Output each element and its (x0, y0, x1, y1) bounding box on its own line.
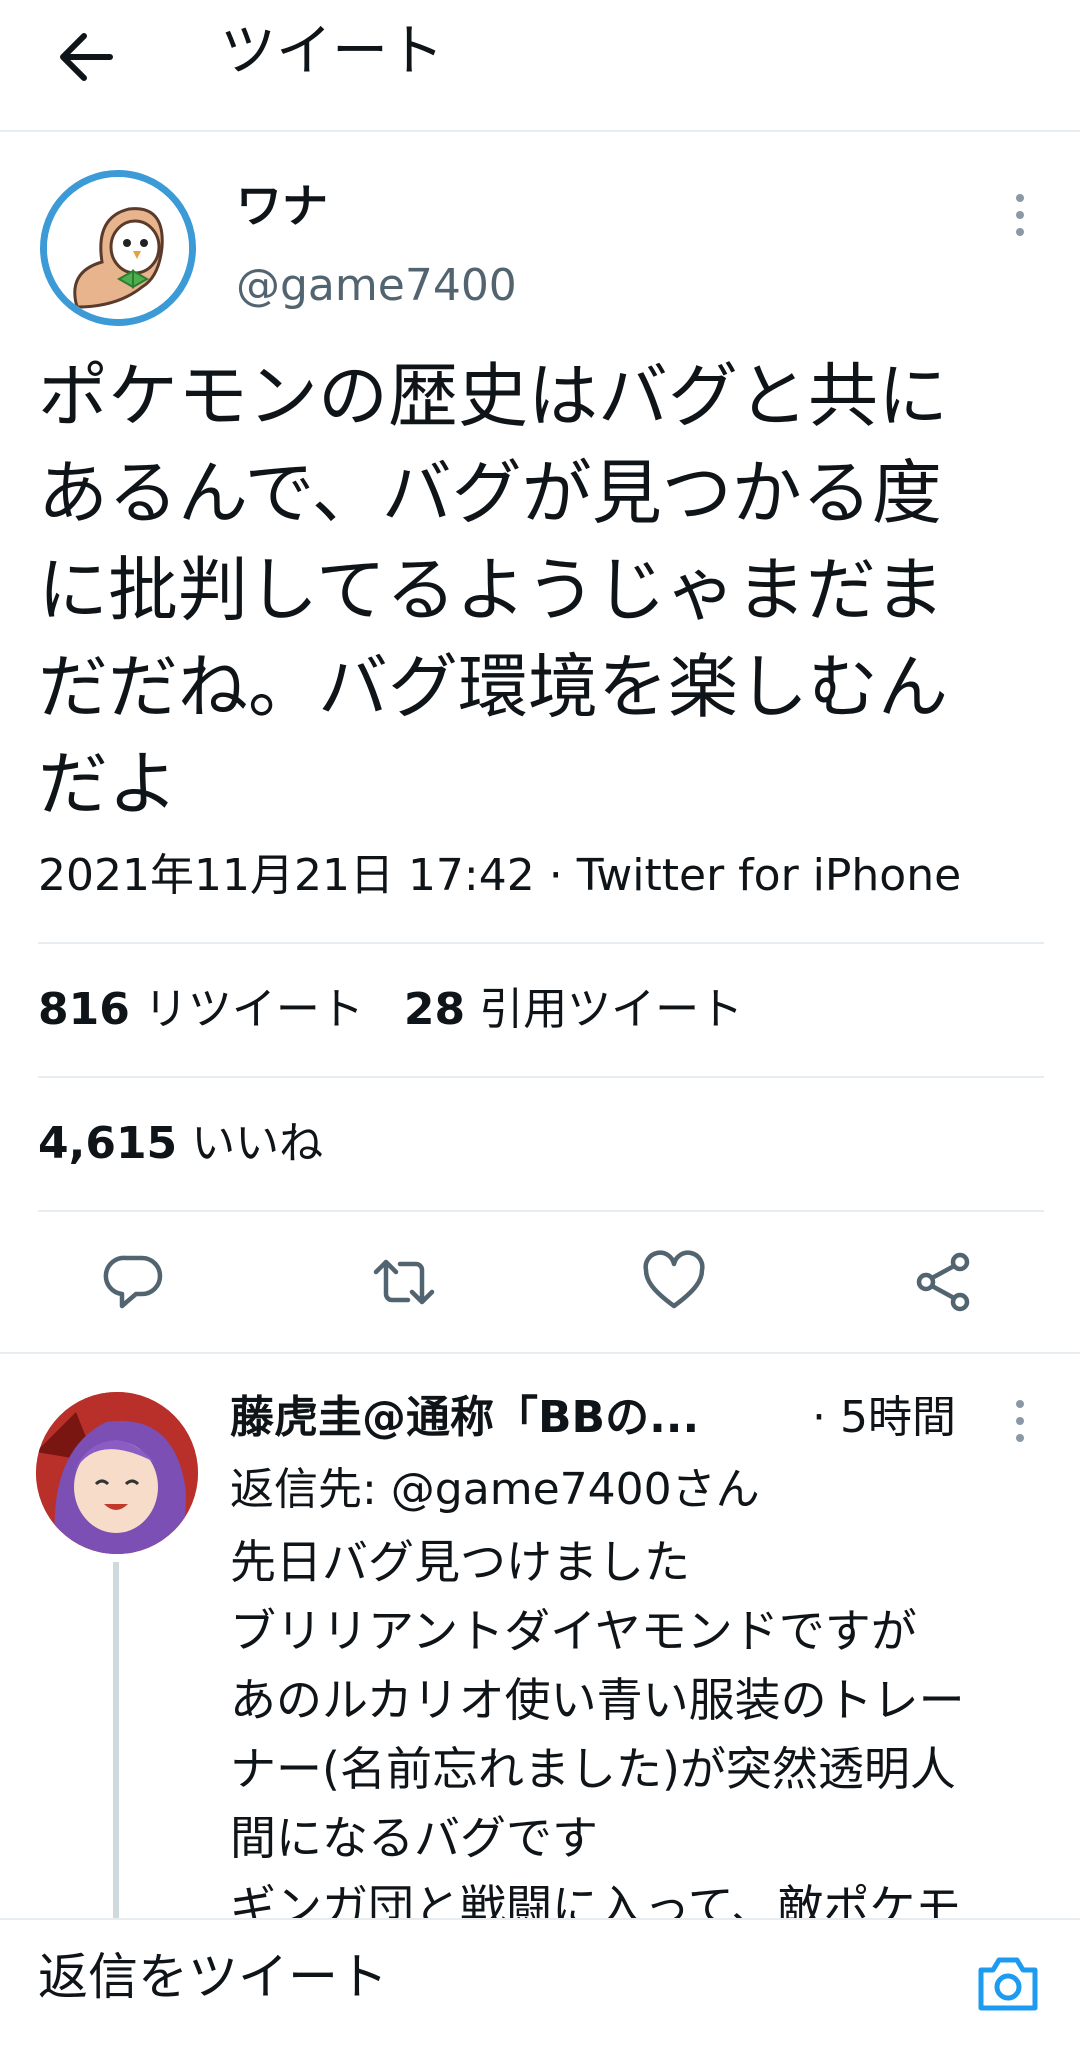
tweet-text-line: あるんで、バグが見つかる度 (38, 452, 942, 534)
tweet-meta: 2021年11月21日 17:42 · Twitter for iPhone (38, 850, 962, 901)
reply-input[interactable]: 返信をツイート (38, 1942, 388, 2012)
author-handle[interactable]: @game7400 (236, 258, 517, 314)
reply-text-line: 間になるバグです (230, 1811, 598, 1865)
author-name[interactable]: ワナ (236, 178, 328, 234)
reply-to[interactable]: 返信先: @game7400さん (230, 1460, 760, 1520)
thread-line (113, 1562, 119, 1918)
retweet-stats: 816 リツイート 28 引用ツイート (38, 978, 783, 1042)
avatar[interactable] (40, 170, 196, 326)
owl-avatar-icon (47, 177, 189, 319)
reply-text-line: ブリリアントダイヤモンドですが (230, 1604, 917, 1658)
like-button[interactable] (642, 1250, 706, 1314)
more-vertical-icon (1016, 194, 1024, 236)
retweets-label[interactable]: リツイート (144, 984, 364, 1035)
tweet-text-line: に批判してるようじゃまだま (38, 549, 945, 631)
likes-count[interactable]: 4,615 (38, 1118, 177, 1169)
camera-icon (978, 1957, 1038, 2011)
share-button[interactable] (912, 1250, 976, 1314)
reply-text-line: あのルカリオ使い青い服装のトレー (230, 1673, 965, 1727)
reply-avatar[interactable] (36, 1392, 198, 1554)
retweet-icon (373, 1259, 435, 1305)
reply-button[interactable] (102, 1250, 166, 1314)
reply-composer: 返信をツイート (0, 1918, 1080, 2045)
more-vertical-icon (1016, 1400, 1024, 1442)
reply-author-name[interactable]: 藤虎圭@通称「BBの... (230, 1386, 699, 1450)
top-bar: ツイート (0, 0, 1080, 132)
likes-label[interactable]: いいね (191, 1118, 323, 1169)
divider (38, 942, 1044, 944)
reply-text-line: 先日バグ見つけました (230, 1535, 690, 1589)
more-options-button[interactable] (1000, 190, 1040, 240)
arrow-left-icon (60, 33, 113, 81)
divider (38, 1076, 1044, 1078)
reply-text-line: ギンガ団と戦闘に入って、敵ポケモ (230, 1880, 962, 1918)
reply-more-options-button[interactable] (1000, 1396, 1040, 1446)
reply-text: 先日バグ見つけました ブリリアントダイヤモンドですが あのルカリオ使い青い服装の… (230, 1528, 1060, 1918)
retweets-count[interactable]: 816 (38, 984, 130, 1035)
section-divider (0, 1352, 1080, 1354)
like-stats: 4,615 いいね (38, 1112, 363, 1176)
anime-girl-avatar-icon (36, 1392, 198, 1554)
page-title: ツイート (220, 19, 444, 84)
reply-time[interactable]: · 5時間 (812, 1386, 956, 1450)
like-icon (643, 1250, 705, 1309)
divider (38, 1210, 1044, 1212)
back-button[interactable] (52, 22, 122, 92)
tweet-text-line: だよ (38, 743, 178, 825)
reply-text-line: ナー(名前忘れました)が突然透明人 (230, 1742, 956, 1796)
tweet-text-line: ポケモンの歴史はバグと共に (38, 355, 948, 437)
share-icon (916, 1252, 970, 1312)
camera-button[interactable] (975, 1950, 1041, 2016)
retweet-button[interactable] (372, 1250, 436, 1314)
quotes-count[interactable]: 28 (404, 984, 465, 1035)
tweet-text-line: だだね。バグ環境を楽しむん (38, 646, 948, 728)
quotes-label[interactable]: 引用ツイート (479, 984, 743, 1035)
reply-icon (103, 1255, 163, 1309)
tweet-text: ポケモンの歴史はバグと共に あるんで、バグが見つかる度 に批判してるようじゃまだ… (38, 348, 1048, 833)
